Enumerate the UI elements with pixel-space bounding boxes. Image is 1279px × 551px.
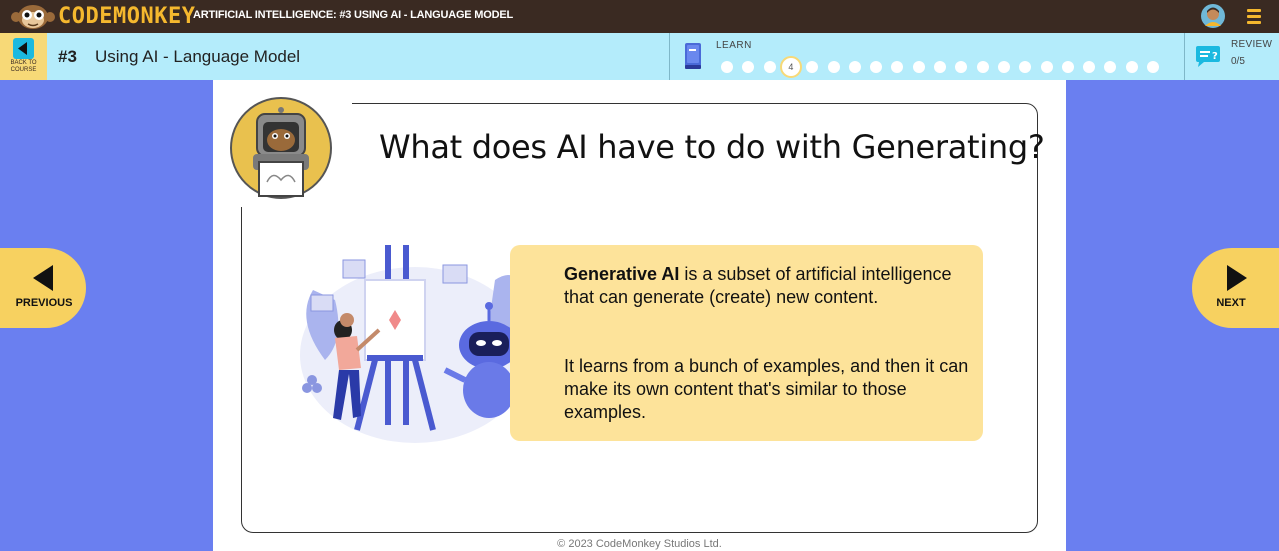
progress-step[interactable] (1019, 61, 1032, 73)
progress-step[interactable] (1147, 61, 1159, 73)
lesson-name: Using AI - Language Model (95, 47, 301, 66)
previous-arrow-icon (33, 265, 53, 291)
progress-step[interactable] (721, 61, 733, 73)
back-to-course-label: BACK TO COURSE (10, 60, 37, 73)
next-button[interactable]: NEXT (1192, 248, 1279, 328)
monkey-logo-icon (11, 5, 55, 29)
progress-step[interactable] (1083, 61, 1096, 73)
divider (1184, 33, 1185, 80)
copyright-text: © 2023 CodeMonkey Studios Ltd. (557, 538, 722, 550)
info-paragraph-2: It learns from a bunch of examples, and … (564, 356, 969, 422)
book-icon (685, 43, 701, 69)
progress-step-current[interactable]: 4 (779, 56, 802, 78)
info-paragraph-1: Generative AI is a subset of artificial … (564, 264, 952, 307)
logo-wordmark: CODEMONKEY (58, 4, 196, 29)
progress-step[interactable] (912, 61, 925, 73)
back-to-course-button[interactable]: BACK TO COURSE (0, 33, 47, 80)
lesson-number: #3 (58, 47, 77, 66)
previous-button[interactable]: PREVIOUS (0, 248, 86, 328)
previous-label: PREVIOUS (15, 297, 73, 309)
progress-step[interactable] (806, 61, 819, 73)
progress-step[interactable] (934, 61, 946, 73)
next-label: NEXT (1216, 297, 1246, 309)
progress-step[interactable] (1061, 61, 1074, 73)
progress-step[interactable] (870, 61, 883, 73)
progress-step[interactable] (997, 61, 1010, 73)
next-arrow-icon (1227, 265, 1247, 291)
back-arrow-icon (13, 38, 34, 59)
slide-panel: What does AI have to do with Generating? (213, 80, 1066, 551)
review-chat-icon[interactable]: ? (1194, 45, 1222, 69)
robot-monkey-badge-icon (230, 97, 332, 199)
learn-label: LEARN (716, 40, 752, 51)
divider (669, 33, 670, 80)
progress-step[interactable] (848, 61, 861, 73)
progress-step[interactable] (827, 61, 840, 73)
hamburger-menu-icon[interactable] (1247, 9, 1261, 24)
review-count: 0/5 (1231, 56, 1245, 67)
progress-step[interactable] (763, 61, 776, 73)
svg-text:?: ? (1212, 51, 1218, 62)
lesson-bar: BACK TO COURSE #3 Using AI - Language Mo… (0, 33, 1279, 80)
info-box: Generative AI is a subset of artificial … (510, 245, 983, 441)
top-bar: CODEMONKEY ARTIFICIAL INTELLIGENCE: #3 U… (0, 0, 1279, 33)
progress-step[interactable] (742, 61, 755, 73)
user-avatar-icon[interactable] (1201, 4, 1225, 28)
progress-step[interactable] (976, 61, 989, 73)
progress-step[interactable] (1104, 61, 1117, 73)
slide-title: What does AI have to do with Generating? (379, 128, 1045, 166)
codemonkey-logo[interactable]: CODEMONKEY (10, 3, 195, 30)
review-label: REVIEW (1231, 39, 1273, 50)
progress-step[interactable] (955, 61, 968, 73)
course-title: ARTIFICIAL INTELLIGENCE: #3 USING AI - L… (193, 9, 514, 21)
progress-step[interactable] (1125, 61, 1138, 73)
progress-step[interactable] (1040, 61, 1053, 73)
progress-step[interactable] (891, 61, 904, 73)
